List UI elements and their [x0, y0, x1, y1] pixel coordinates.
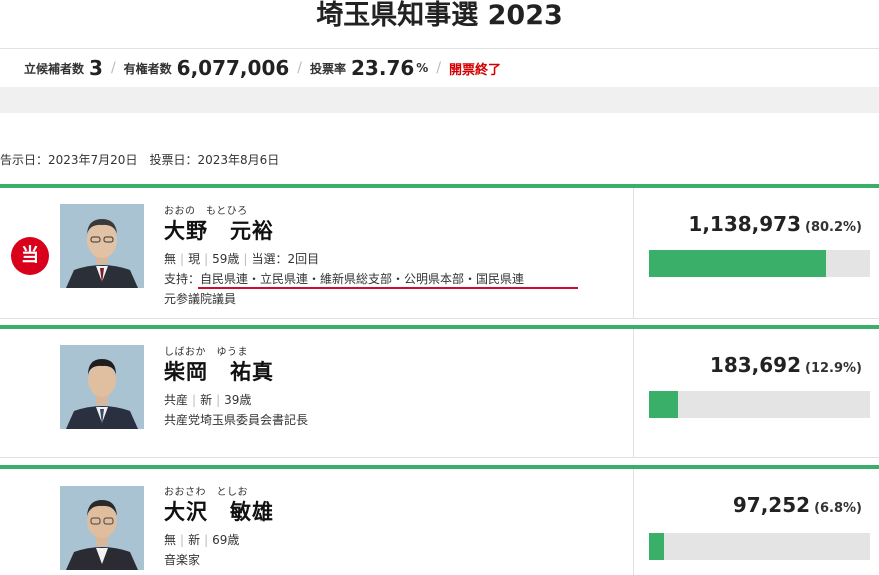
- candidate-age: 59歳: [212, 252, 240, 266]
- voters-label: 有権者数: [123, 61, 172, 76]
- counting-status-badge: 開票終了: [449, 62, 502, 78]
- page-title: 埼玉県知事選 2023: [316, 0, 563, 31]
- candidate-meta: 無 | 現 | 59歳 | 当選：2回目: [164, 252, 320, 266]
- stats-separator: /: [297, 60, 302, 76]
- candidate-photo: [60, 345, 144, 429]
- candidate-status: 新: [188, 533, 201, 547]
- vote-share-bar: [649, 250, 870, 277]
- candidate-photo: [60, 486, 144, 570]
- elected-badge-icon: 当: [11, 237, 49, 275]
- vote-percent: (12.9%): [805, 361, 862, 376]
- column-divider: [633, 469, 634, 575]
- turnout-unit: %: [416, 61, 429, 75]
- candidate-meta: 共産 | 新 | 39歳: [164, 393, 252, 407]
- support-underline: [198, 287, 578, 289]
- vote-count: 183,692 (12.9%): [710, 353, 862, 377]
- vote-share-fill: [649, 533, 665, 560]
- vote-share-bar: [649, 391, 870, 418]
- vote-share-fill: [649, 250, 827, 277]
- candidate-age: 69歳: [212, 533, 240, 547]
- candidate-meta: 無 | 新 | 69歳: [164, 533, 240, 547]
- candidate-career: 元参議院議員: [164, 292, 237, 306]
- candidate-career: 共産党埼玉県委員会書記長: [164, 413, 309, 427]
- vote-share-fill: [649, 391, 678, 418]
- card-divider: [0, 457, 879, 458]
- candidate-age: 39歳: [224, 393, 252, 407]
- election-stats-bar: 立候補者数 3 / 有権者数 6,077,006 / 投票率 23.76 % /…: [0, 49, 879, 87]
- vote-percent: (6.8%): [814, 501, 862, 516]
- candidate-party: 無: [164, 252, 177, 266]
- candidate-card[interactable]: 当 おおの もとひろ 大野 元裕 無 | 現 | 59歳 | 当選：2回目 支持：自民県連・…: [0, 184, 879, 318]
- turnout-value: 23.76: [351, 56, 415, 80]
- candidate-times-elected: 当選：2回目: [251, 252, 320, 266]
- candidate-career: 音楽家: [164, 553, 201, 567]
- candidate-card[interactable]: おおさわ としお 大沢 敏雄 無 | 新 | 69歳 音楽家 97,252 (6.8%): [0, 465, 879, 575]
- candidate-support: 支持：自民県連・立民県連・維新県総支部・公明県本部・国民県連: [164, 272, 525, 286]
- candidate-party: 共産: [164, 393, 189, 407]
- voters-value: 6,077,006: [176, 56, 290, 80]
- vote-number: 183,692: [709, 353, 802, 377]
- column-divider: [633, 329, 634, 457]
- vote-percent: (80.2%): [805, 220, 862, 235]
- vote-count: 1,138,973 (80.2%): [688, 212, 862, 236]
- candidate-photo: [60, 204, 144, 288]
- stats-separator: /: [436, 60, 442, 76]
- column-divider: [633, 188, 634, 318]
- candidate-party: 無: [164, 533, 177, 547]
- candidates-count-label: 立候補者数: [24, 61, 85, 76]
- candidate-card[interactable]: しばおか ゆうま 柴岡 祐真 共産 | 新 | 39歳 共産党埼玉県委員会書記長 183…: [0, 325, 879, 457]
- turnout-label: 投票率: [310, 61, 347, 76]
- vote-share-bar: [649, 533, 870, 560]
- section-spacer: [0, 87, 879, 113]
- election-dates: 告示日：2023年7月20日 投票日：2023年8月6日: [0, 153, 280, 167]
- candidate-name: 大沢 敏雄: [164, 500, 274, 524]
- stats-separator: /: [110, 60, 116, 76]
- vote-number: 97,252: [732, 493, 811, 517]
- candidate-status: 現: [188, 252, 201, 266]
- candidate-status: 新: [200, 393, 213, 407]
- candidate-name: 柴岡 祐真: [164, 360, 274, 384]
- vote-count: 97,252 (6.8%): [733, 493, 862, 517]
- card-divider: [0, 318, 879, 319]
- candidate-name: 大野 元裕: [164, 219, 274, 243]
- candidates-count-value: 3: [89, 56, 103, 80]
- vote-number: 1,138,973: [688, 212, 802, 236]
